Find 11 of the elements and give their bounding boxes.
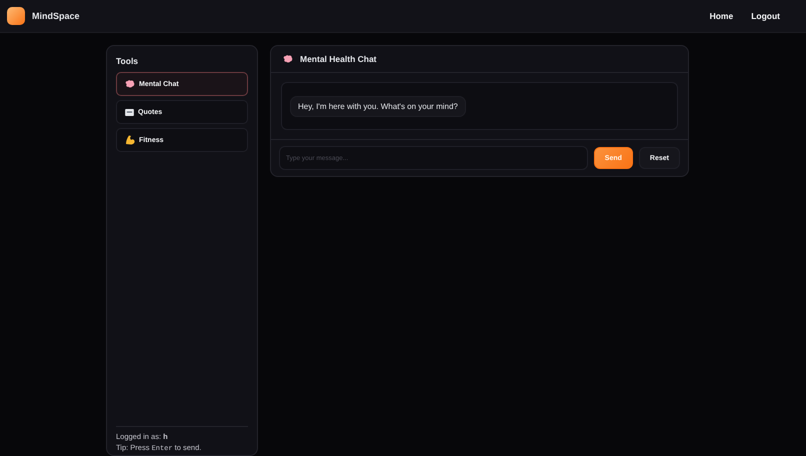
app-logo bbox=[7, 7, 25, 25]
brand-name: MindSpace bbox=[32, 11, 80, 21]
brain-icon bbox=[125, 80, 135, 88]
sidebar-title: Tools bbox=[116, 56, 140, 66]
chat-title: Mental Health Chat bbox=[300, 54, 377, 64]
message-icon bbox=[125, 108, 134, 116]
nav-link[interactable]: Home bbox=[710, 11, 734, 21]
brain-icon bbox=[283, 55, 293, 63]
chat-bubble: Hey, I'm here with you. What's on your mind? bbox=[290, 96, 466, 116]
flexed-arm-icon bbox=[125, 135, 135, 145]
nav-link[interactable]: Logout bbox=[751, 11, 780, 21]
